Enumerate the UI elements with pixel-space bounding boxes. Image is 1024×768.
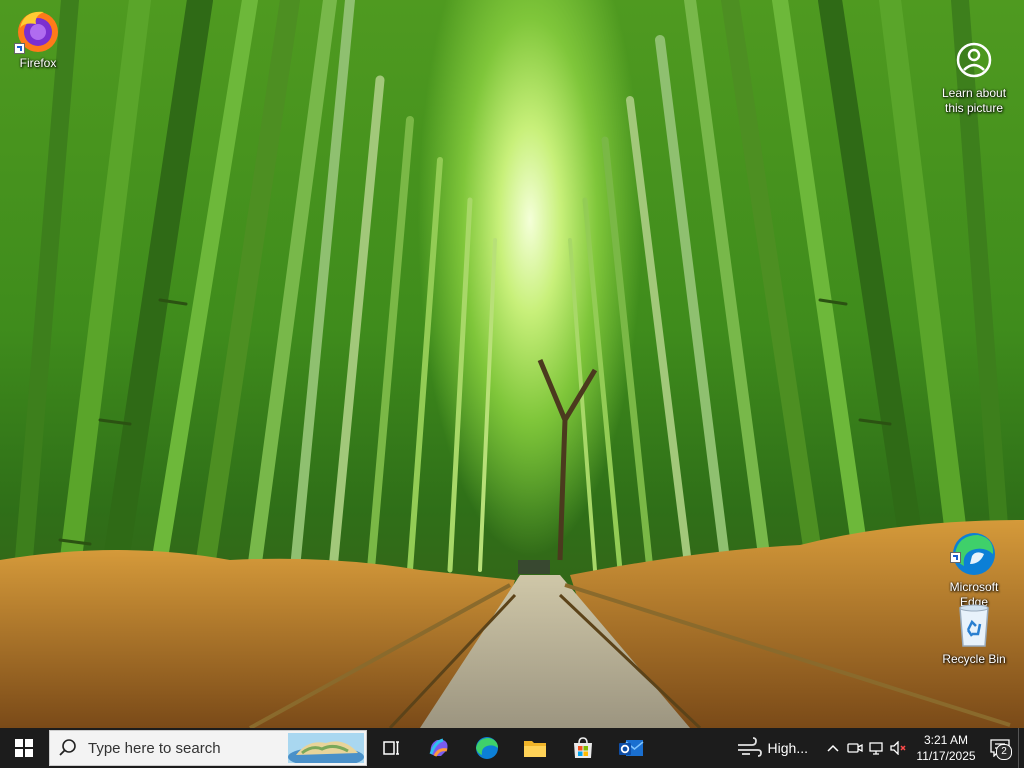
search-highlight-illustration	[288, 733, 364, 763]
desktop-icon-recycle-bin[interactable]: Recycle Bin	[936, 602, 1012, 667]
network-icon	[869, 742, 883, 755]
folder-icon	[524, 741, 546, 757]
notification-center-button[interactable]: 2	[982, 728, 1018, 768]
system-tray: High... 3:21 AM 11/17/2025 2	[736, 728, 1024, 768]
clock-date: 11/17/2025	[916, 749, 976, 763]
desktop-icon-label: Recycle Bin	[942, 652, 1006, 666]
volume-muted-icon	[890, 741, 906, 755]
store-bag-icon	[574, 737, 592, 758]
task-view-icon	[383, 741, 399, 755]
taskbar-edge-button[interactable]	[463, 728, 511, 768]
desktop-wallpaper	[0, 0, 1024, 728]
clock-time: 3:21 AM	[923, 733, 969, 747]
desktop-icon-firefox[interactable]: Firefox	[0, 6, 76, 71]
taskbar: Type here to search High... 3:21 AM 11/1…	[0, 728, 1024, 768]
camera-icon	[847, 743, 863, 753]
windows-logo-icon	[15, 739, 33, 757]
notification-count-badge: 2	[996, 744, 1012, 760]
desktop-icon-label: Firefox	[19, 56, 57, 70]
task-view-button[interactable]	[367, 728, 415, 768]
search-placeholder: Type here to search	[88, 739, 221, 757]
start-button[interactable]	[0, 728, 48, 768]
taskbar-search-box[interactable]: Type here to search	[49, 730, 367, 766]
outlook-icon	[619, 740, 644, 756]
edge-icon	[950, 515, 998, 575]
file-explorer-button[interactable]	[511, 728, 559, 768]
weather-wind-icon	[737, 737, 762, 757]
weather-label: High...	[767, 740, 808, 756]
microsoft-store-button[interactable]	[559, 728, 607, 768]
volume-button[interactable]	[888, 728, 910, 768]
network-button[interactable]	[866, 728, 888, 768]
weather-widget[interactable]: High...	[736, 737, 808, 759]
edge-icon	[476, 737, 498, 759]
spotlight-camera-icon	[950, 21, 998, 78]
firefox-icon	[14, 6, 62, 54]
copilot-icon	[429, 738, 448, 757]
bamboo-forest-image	[0, 0, 1024, 728]
clock[interactable]: 3:21 AM 11/17/2025	[910, 732, 982, 764]
meet-now-button[interactable]	[844, 728, 866, 768]
copilot-button[interactable]	[415, 728, 463, 768]
desktop-icon-label: Learn about this picture	[941, 86, 1007, 115]
show-desktop-button[interactable]	[1018, 728, 1024, 768]
search-icon	[59, 739, 76, 756]
recycle-bin-icon	[950, 602, 998, 650]
shortcut-arrow-icon	[14, 43, 25, 54]
shortcut-arrow-icon	[950, 552, 961, 563]
show-hidden-icons-button[interactable]	[822, 728, 844, 768]
chevron-up-icon	[827, 744, 839, 752]
desktop-icon-learn-about-picture[interactable]: Learn about this picture	[936, 6, 1012, 131]
outlook-button[interactable]	[607, 728, 655, 768]
